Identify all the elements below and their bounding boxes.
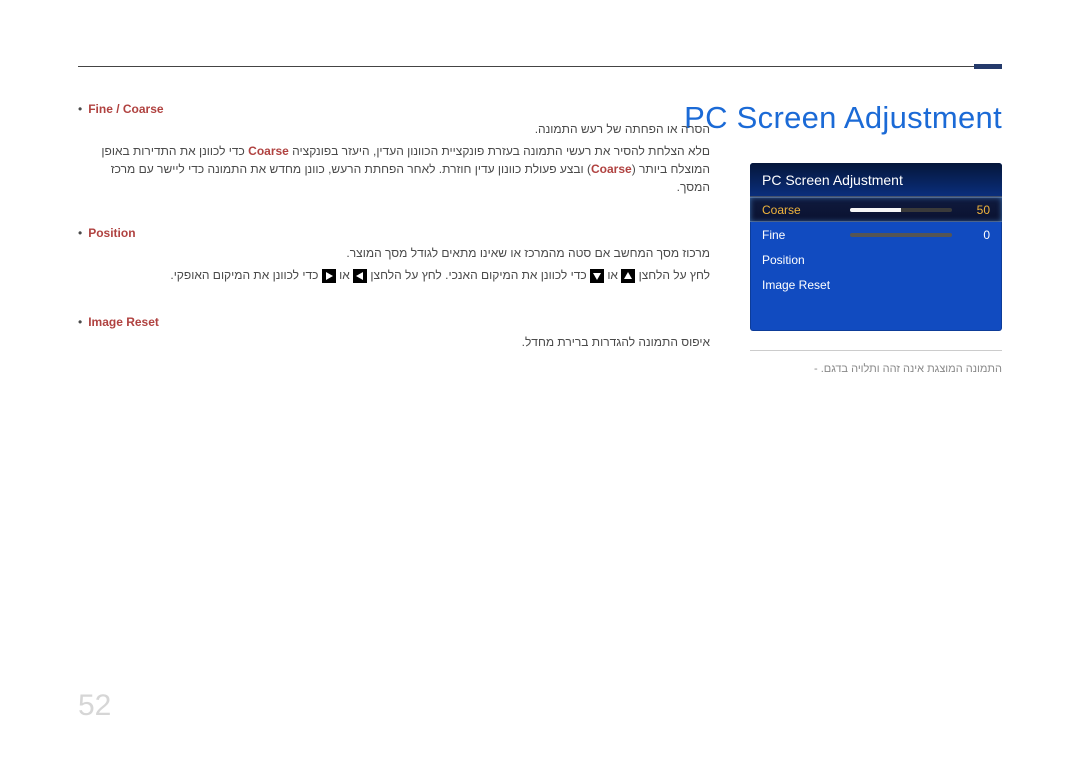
osd-row-position[interactable]: Position: [750, 247, 1002, 272]
osd-label-coarse: Coarse: [762, 203, 850, 217]
up-arrow-icon: [621, 267, 635, 285]
osd-slider-coarse[interactable]: [850, 208, 952, 212]
heading-image-reset: Image Reset: [88, 313, 159, 331]
osd-row-coarse[interactable]: Coarse 50: [750, 197, 1002, 222]
page: PC Screen Adjustment PC Screen Adjustmen…: [0, 0, 1080, 763]
osd-label-image-reset: Image Reset: [762, 278, 990, 292]
osd-value-fine: 0: [960, 228, 990, 242]
osd-title: PC Screen Adjustment: [750, 163, 1002, 197]
fine-coarse-p1: הסרה או הפחתה של רעש התמונה.: [78, 120, 710, 138]
left-arrow-icon: [353, 267, 367, 285]
osd-slider-fine[interactable]: [850, 233, 952, 237]
heading-fine-coarse: Fine / Coarse: [88, 100, 163, 118]
osd-panel: PC Screen Adjustment Coarse 50 Fine 0 Po…: [750, 163, 1002, 331]
coarse-emph-2: Coarse: [591, 162, 632, 176]
osd-label-position: Position: [762, 253, 990, 267]
osd-row-fine[interactable]: Fine 0: [750, 222, 1002, 247]
coarse-emph-1: Coarse: [248, 144, 289, 158]
osd-row-image-reset[interactable]: Image Reset: [750, 272, 1002, 297]
bullet-icon: •: [78, 100, 82, 118]
image-reset-p1: איפוס התמונה להגדרות ברירת מחדל.: [78, 333, 710, 351]
pos-p2-b: או: [604, 268, 621, 282]
position-p2: לחץ על הלחצן או כדי לכוונן את המיקום האנ…: [78, 266, 710, 285]
bullet-icon: •: [78, 224, 82, 242]
osd-footnote: התמונה המוצגת אינה זהה ותלויה בדגם. -: [750, 350, 1002, 375]
page-title: PC Screen Adjustment: [684, 100, 1002, 136]
top-rule: [78, 66, 1002, 67]
pos-p2-d: או: [336, 268, 353, 282]
pos-p2-e: כדי לכוונן את המיקום האופקי.: [170, 268, 321, 282]
osd-value-coarse: 50: [960, 203, 990, 217]
heading-row-position: Position •: [78, 224, 710, 244]
heading-row-fine-coarse: Fine / Coarse •: [78, 100, 710, 120]
right-arrow-icon: [322, 267, 336, 285]
position-p1: מרכוז מסך המחשב אם סטה מהמרכז או שאינו מ…: [78, 244, 710, 262]
osd-slider-fill-coarse: [850, 208, 901, 212]
footnote-dash: -: [814, 363, 818, 375]
text-column: Fine / Coarse • הסרה או הפחתה של רעש התמ…: [78, 100, 710, 355]
bullet-icon: •: [78, 313, 82, 331]
osd-label-fine: Fine: [762, 228, 850, 242]
heading-position: Position: [88, 224, 135, 242]
pos-p2-c: כדי לכוונן את המיקום האנכי. לחץ על הלחצן: [367, 268, 590, 282]
fc-p2-a: םלא הצלחת להסיר את רעשי התמונה בעזרת פונ…: [289, 144, 710, 158]
fine-coarse-p2: םלא הצלחת להסיר את רעשי התמונה בעזרת פונ…: [78, 142, 710, 196]
heading-row-image-reset: Image Reset •: [78, 313, 710, 333]
pos-p2-a: לחץ על הלחצן: [635, 268, 710, 282]
page-number: 52: [78, 689, 111, 723]
down-arrow-icon: [590, 267, 604, 285]
osd-footnote-text: התמונה המוצגת אינה זהה ותלויה בדגם.: [821, 363, 1002, 375]
top-accent: [974, 64, 1002, 69]
